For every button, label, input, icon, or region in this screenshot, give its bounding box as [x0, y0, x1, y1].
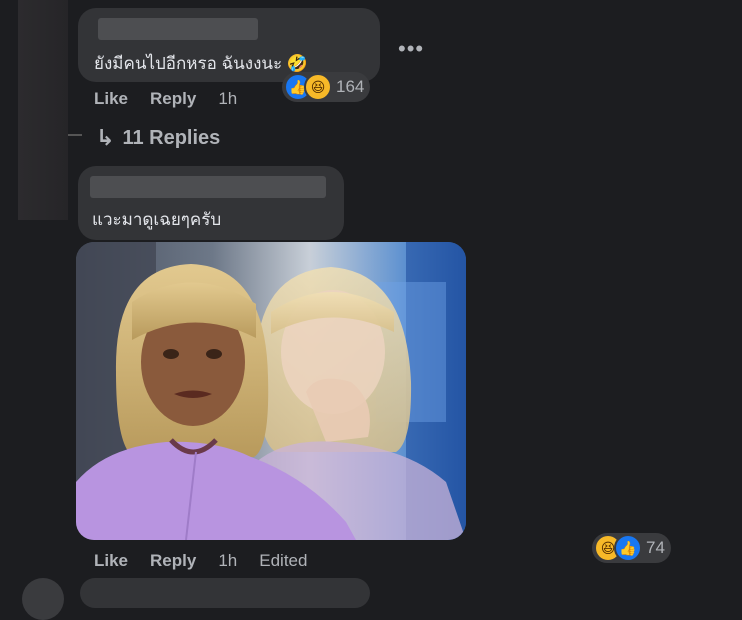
comment-text: ยังมีคนไปอีกหรอ ฉันงงนะ 🤣 — [94, 54, 309, 73]
avatar[interactable] — [22, 578, 64, 620]
thread-sidebar-block — [18, 0, 68, 220]
replies-count-label: 11 Replies — [122, 126, 221, 149]
thumbs-up-icon: 👍 — [614, 534, 642, 562]
reply-button[interactable]: Reply — [150, 551, 196, 571]
more-options-icon[interactable]: ••• — [398, 36, 424, 62]
reply-arrow-icon: ↳ — [96, 125, 115, 150]
reaction-summary[interactable]: 😆 👍 74 — [592, 533, 671, 563]
reaction-summary[interactable]: 👍 😆 164 — [282, 72, 371, 102]
timestamp[interactable]: 1h — [218, 551, 237, 571]
edited-label: Edited — [259, 551, 308, 570]
reaction-count: 164 — [336, 77, 365, 96]
timestamp[interactable]: 1h — [218, 89, 237, 109]
comment-bubble — [80, 578, 370, 608]
view-replies-link[interactable]: ↳ 11 Replies — [96, 125, 220, 151]
comment-image[interactable] — [76, 242, 466, 540]
comment-text: แวะมาดูเฉยๆครับ — [92, 210, 222, 229]
redacted-author-name — [90, 176, 326, 198]
redacted-author-name — [98, 18, 258, 40]
comment-bubble: ยังมีคนไปอีกหรอ ฉันงงนะ 🤣 — [78, 8, 380, 82]
thread-connector — [68, 134, 82, 136]
like-button[interactable]: Like — [94, 551, 128, 571]
reply-button[interactable]: Reply — [150, 89, 196, 109]
comment-actions: Like Reply 1h Edited — [94, 551, 307, 571]
meme-photo — [76, 242, 466, 540]
like-button[interactable]: Like — [94, 89, 128, 109]
reaction-count: 74 — [646, 538, 665, 557]
comment-bubble: แวะมาดูเฉยๆครับ — [78, 166, 344, 240]
comment-actions: Like Reply 1h — [94, 89, 237, 109]
laughing-face-icon: 😆 — [304, 73, 332, 101]
